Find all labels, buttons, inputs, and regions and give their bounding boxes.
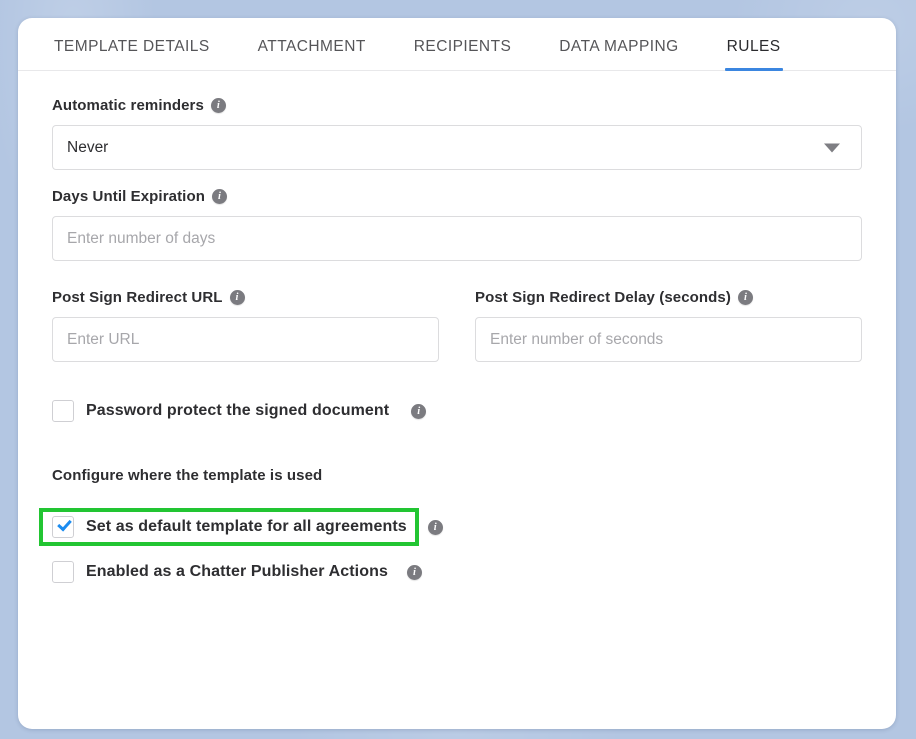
tab-rules[interactable]: RULES [724, 38, 783, 71]
post-sign-redirect-delay-label: Post Sign Redirect Delay (seconds) i [475, 289, 862, 306]
selected-value: Never [67, 138, 109, 156]
automatic-reminders-select[interactable]: Never [52, 125, 862, 170]
chatter-publisher-label: Enabled as a Chatter Publisher Actions [86, 563, 388, 580]
default-template-row[interactable]: Set as default template for all agreemen… [39, 508, 862, 546]
info-icon[interactable]: i [229, 290, 245, 305]
tab-label: DATA MAPPING [559, 38, 679, 55]
info-icon[interactable]: i [211, 189, 227, 204]
tab-recipients[interactable]: RECIPIENTS [414, 38, 512, 70]
post-sign-redirect-delay-group: Post Sign Redirect Delay (seconds) i [475, 289, 862, 362]
info-icon[interactable]: i [210, 98, 226, 113]
tab-label: ATTACHMENT [257, 38, 366, 55]
days-until-expiration-input[interactable] [52, 216, 862, 261]
info-icon[interactable]: i [427, 519, 443, 535]
post-sign-redirect-url-label: Post Sign Redirect URL i [52, 289, 439, 306]
post-sign-redirect-url-input[interactable] [52, 317, 439, 362]
rules-form: Automatic reminders i Never Days Until E… [18, 71, 896, 583]
password-protect-checkbox[interactable] [52, 400, 74, 422]
post-sign-redirect-delay-input[interactable] [475, 317, 862, 362]
info-icon[interactable]: i [411, 403, 427, 419]
tab-data-mapping[interactable]: DATA MAPPING [559, 38, 678, 70]
tab-attachment[interactable]: ATTACHMENT [258, 38, 366, 70]
days-until-expiration-label: Days Until Expiration i [52, 188, 862, 205]
info-icon[interactable]: i [406, 564, 422, 580]
tab-bar: TEMPLATE DETAILS ATTACHMENT RECIPIENTS D… [18, 18, 896, 71]
automatic-reminders-select-wrapper: Never [52, 125, 862, 170]
post-sign-redirect-row: Post Sign Redirect URL i Post Sign Redir… [52, 289, 862, 362]
info-icon[interactable]: i [737, 290, 753, 305]
configure-section-title: Configure where the template is used [52, 467, 323, 484]
tab-label: RULES [726, 38, 781, 55]
label-text: Days Until Expiration [52, 188, 205, 205]
label-text: Post Sign Redirect Delay (seconds) [475, 289, 731, 306]
label-text: Automatic reminders [52, 97, 204, 114]
tab-template-details[interactable]: TEMPLATE DETAILS [54, 38, 210, 70]
label-text: Post Sign Redirect URL [52, 289, 223, 306]
tab-label: TEMPLATE DETAILS [54, 38, 210, 55]
tab-label: RECIPIENTS [413, 38, 512, 55]
chatter-publisher-row[interactable]: Enabled as a Chatter Publisher Actions i [52, 561, 862, 583]
post-sign-redirect-url-group: Post Sign Redirect URL i [52, 289, 439, 362]
chatter-publisher-checkbox[interactable] [52, 561, 74, 583]
password-protect-label: Password protect the signed document [86, 402, 390, 419]
default-template-checkbox[interactable] [52, 516, 74, 538]
password-protect-row[interactable]: Password protect the signed document i [52, 400, 862, 422]
default-template-highlight: Set as default template for all agreemen… [39, 508, 419, 546]
default-template-label: Set as default template for all agreemen… [86, 518, 407, 535]
template-settings-card: TEMPLATE DETAILS ATTACHMENT RECIPIENTS D… [18, 18, 896, 729]
automatic-reminders-label: Automatic reminders i [52, 97, 862, 114]
